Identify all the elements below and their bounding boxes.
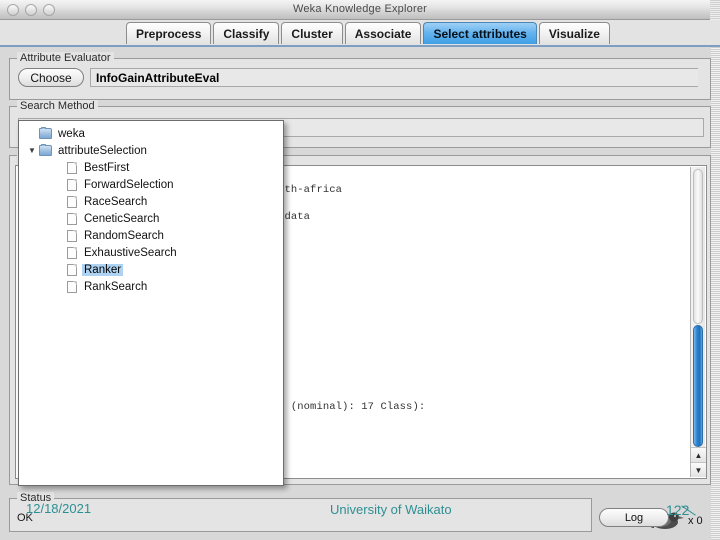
tree-item-label: ForwardSelection <box>84 178 174 191</box>
file-icon <box>67 263 77 276</box>
tree-item-label: ExhaustiveSearch <box>84 246 177 259</box>
tree-item-label: BestFirst <box>84 161 130 174</box>
scrollbar-track[interactable] <box>693 169 703 324</box>
tree-item-ranksearch[interactable]: RankSearch <box>19 278 283 295</box>
search-method-tree: weka ▼ attributeSelection BestFirst Forw… <box>19 125 283 295</box>
tree-item-geneticsearch[interactable]: CeneticSearch <box>19 210 283 227</box>
tree-item-label: RaceSearch <box>84 195 148 208</box>
scrollbar-thumb[interactable] <box>693 325 703 447</box>
evaluator-value-field[interactable]: InfoGainAttributeEval <box>90 68 698 87</box>
choose-evaluator-button[interactable]: Choose <box>18 68 84 87</box>
tab-preprocess[interactable]: Preprocess <box>126 22 212 44</box>
tree-item-ranker[interactable]: Ranker <box>19 261 283 278</box>
file-icon <box>67 246 77 259</box>
tree-item-label: RankSearch <box>84 280 148 293</box>
tree-item-label: weka <box>58 127 85 140</box>
search-method-chooser-popup[interactable]: weka ▼ attributeSelection BestFirst Forw… <box>18 120 284 486</box>
tree-item-weka[interactable]: weka <box>19 125 283 142</box>
tab-classify[interactable]: Classify <box>213 22 280 44</box>
tree-item-label: RandomSearch <box>84 229 164 242</box>
window-title: Weka Knowledge Explorer <box>292 3 428 15</box>
titlebar-texture <box>710 0 720 20</box>
log-button[interactable]: Log <box>599 508 669 527</box>
folder-icon <box>39 127 52 139</box>
tab-select-attributes[interactable]: Select attributes <box>423 22 537 44</box>
tree-expander-icon[interactable]: ▼ <box>25 146 39 155</box>
status-panel: Status OK <box>9 492 592 532</box>
scroll-up-arrow-icon[interactable]: ▲ <box>691 447 706 462</box>
file-icon <box>67 212 77 225</box>
tree-item-racesearch[interactable]: RaceSearch <box>19 193 283 210</box>
attribute-evaluator-panel: Attribute Evaluator Choose InfoGainAttri… <box>9 52 711 100</box>
scrollbar-arrows: ▲ ▼ <box>691 447 706 477</box>
tree-item-forwardselection[interactable]: ForwardSelection <box>19 176 283 193</box>
file-icon <box>67 195 77 208</box>
file-icon <box>67 280 77 293</box>
bird-count-label: x 0 <box>688 515 703 527</box>
output-vertical-scrollbar[interactable]: ▲ ▼ <box>690 167 706 477</box>
tree-item-randomsearch[interactable]: RandomSearch <box>19 227 283 244</box>
attribute-evaluator-row: Choose InfoGainAttributeEval <box>18 68 698 87</box>
file-icon <box>67 161 77 174</box>
tab-cluster[interactable]: Cluster <box>281 22 343 44</box>
search-method-title: Search Method <box>17 100 98 112</box>
tree-item-bestfirst[interactable]: BestFirst <box>19 159 283 176</box>
title-bar: Weka Knowledge Explorer <box>0 0 720 20</box>
tab-strip: Preprocess Classify Cluster Associate Se… <box>0 20 720 47</box>
folder-icon <box>39 144 52 156</box>
file-icon <box>67 178 77 191</box>
tree-item-label: CeneticSearch <box>84 212 160 225</box>
tab-list: Preprocess Classify Cluster Associate Se… <box>126 22 610 44</box>
tab-visualize[interactable]: Visualize <box>538 22 610 44</box>
tree-item-label: Ranker <box>82 263 124 276</box>
window-right-edge-texture <box>711 47 720 540</box>
tree-item-exhaustivesearch[interactable]: ExhaustiveSearch <box>19 244 283 261</box>
status-panel-title: Status <box>17 492 55 504</box>
tree-item-attributeselection[interactable]: ▼ attributeSelection <box>19 142 283 159</box>
tab-associate[interactable]: Associate <box>344 22 422 44</box>
file-icon <box>67 229 77 242</box>
scroll-down-arrow-icon[interactable]: ▼ <box>691 462 706 477</box>
attribute-evaluator-title: Attribute Evaluator <box>17 52 114 64</box>
tree-item-label: attributeSelection <box>58 144 147 157</box>
status-message: OK <box>17 512 33 524</box>
weka-explorer-window: Weka Knowledge Explorer Preprocess Class… <box>0 0 720 540</box>
